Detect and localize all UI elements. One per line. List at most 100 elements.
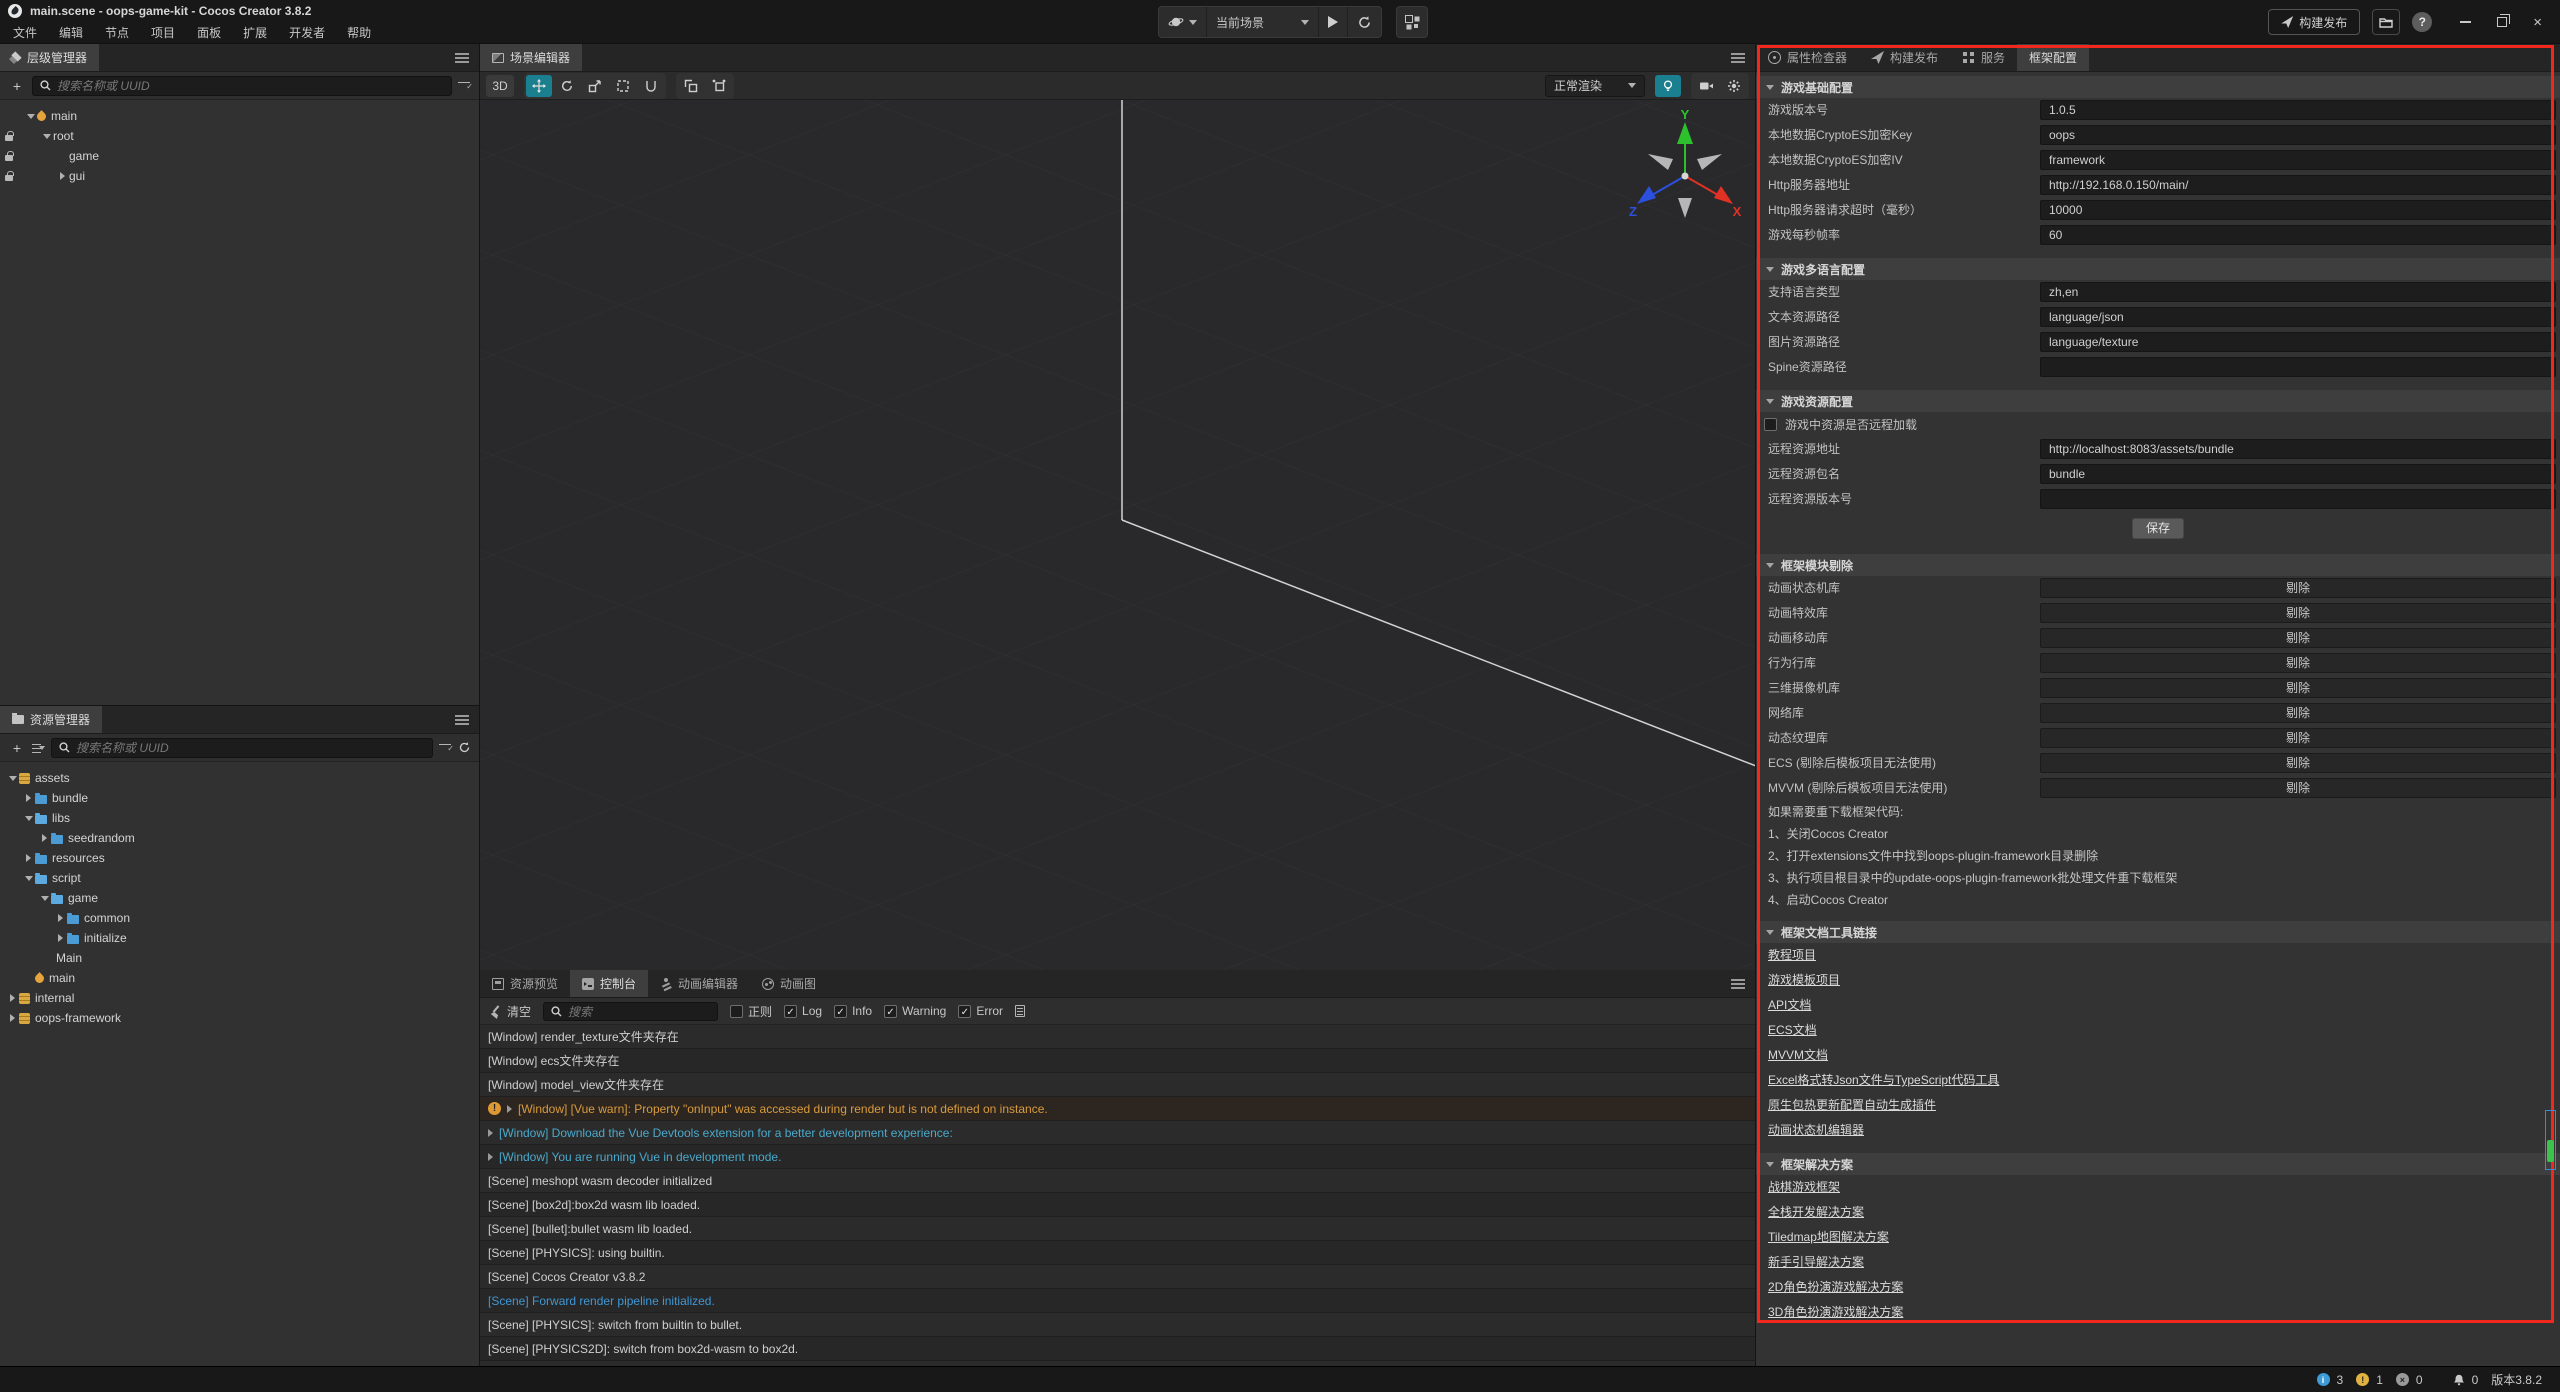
- build-publish-button[interactable]: 构建发布: [2268, 9, 2360, 35]
- text-input[interactable]: framework: [2040, 150, 2556, 170]
- regex-checkbox[interactable]: 正则: [730, 1003, 772, 1020]
- hierarchy-node-row[interactable]: game: [0, 146, 479, 166]
- add-asset-button[interactable]: +: [8, 740, 26, 756]
- hierarchy-node-row[interactable]: root: [0, 126, 479, 146]
- 3d-toggle-button[interactable]: 3D: [486, 75, 514, 97]
- log-entry[interactable]: [Window] [Vue warn]: Property "onInput" …: [480, 1097, 1755, 1121]
- text-input[interactable]: oops: [2040, 125, 2556, 145]
- asset-node-row[interactable]: initialize: [0, 928, 479, 948]
- asset-node-row[interactable]: bundle: [0, 788, 479, 808]
- menu-item[interactable]: 编辑: [48, 22, 94, 44]
- log-entry[interactable]: [Window] ecs文件夹存在: [480, 1049, 1755, 1073]
- console-tab[interactable]: 动画图: [750, 970, 828, 997]
- inspector-scrollbar[interactable]: [2545, 1110, 2556, 1170]
- doc-link[interactable]: 游戏模板项目: [1768, 968, 1840, 993]
- log-filter-checkbox[interactable]: Log: [784, 1004, 822, 1018]
- minimize-button[interactable]: [2460, 21, 2471, 23]
- log-entry[interactable]: [Window] Download the Vue Devtools exten…: [480, 1121, 1755, 1145]
- bell-icon[interactable]: [2453, 1373, 2465, 1386]
- remove-module-button[interactable]: 剔除: [2040, 603, 2556, 623]
- chevron-icon[interactable]: [56, 172, 69, 180]
- expand-chevron-icon[interactable]: [488, 1129, 493, 1137]
- scrollbar-thumb[interactable]: [2547, 1140, 2554, 1162]
- scene-viewport[interactable]: Y X Z: [480, 100, 1755, 998]
- section-header[interactable]: 游戏资源配置: [1756, 390, 2560, 412]
- remove-module-button[interactable]: 剔除: [2040, 778, 2556, 798]
- solution-link[interactable]: 2D角色扮演游戏解决方案: [1768, 1275, 1903, 1300]
- doc-link[interactable]: MVVM文档: [1768, 1043, 1828, 1068]
- menu-item[interactable]: 扩展: [232, 22, 278, 44]
- menu-item[interactable]: 面板: [186, 22, 232, 44]
- panel-menu-icon[interactable]: [1731, 983, 1745, 985]
- asset-node-row[interactable]: script: [0, 868, 479, 888]
- remove-module-button[interactable]: 剔除: [2040, 728, 2556, 748]
- info-count-icon[interactable]: i: [2317, 1373, 2330, 1386]
- error-count-icon[interactable]: ×: [2396, 1373, 2409, 1386]
- menu-item[interactable]: 帮助: [336, 22, 382, 44]
- text-input[interactable]: 1.0.5: [2040, 100, 2556, 120]
- help-button[interactable]: ?: [2412, 12, 2432, 32]
- doc-link[interactable]: 动画状态机编辑器: [1768, 1118, 1864, 1143]
- text-input[interactable]: 60: [2040, 225, 2556, 245]
- remove-module-button[interactable]: 剔除: [2040, 753, 2556, 773]
- asset-node-row[interactable]: game: [0, 888, 479, 908]
- expand-chevron-icon[interactable]: [488, 1153, 493, 1161]
- chevron-icon[interactable]: [54, 914, 67, 922]
- chevron-icon[interactable]: [40, 134, 53, 139]
- asset-node-row[interactable]: seedrandom: [0, 828, 479, 848]
- section-header[interactable]: 框架模块剔除: [1756, 554, 2560, 576]
- expand-chevron-icon[interactable]: [507, 1105, 512, 1113]
- console-tab[interactable]: 动画编辑器: [648, 970, 750, 997]
- log-filter-checkbox[interactable]: Error: [958, 1004, 1003, 1018]
- remove-module-button[interactable]: 剔除: [2040, 628, 2556, 648]
- doc-link[interactable]: 原生包热更新配置自动生成插件: [1768, 1093, 1936, 1118]
- text-input[interactable]: zh,en: [2040, 282, 2556, 302]
- open-project-folder-button[interactable]: [2372, 9, 2400, 35]
- axis-gizmo[interactable]: Y X Z: [1620, 108, 1750, 228]
- console-search-input[interactable]: 搜索: [543, 1002, 718, 1021]
- asset-node-row[interactable]: resources: [0, 848, 479, 868]
- hierarchy-node-row[interactable]: gui: [0, 166, 479, 186]
- sort-icon[interactable]: [32, 743, 45, 753]
- menu-item[interactable]: 项目: [140, 22, 186, 44]
- render-mode-select[interactable]: 正常渲染: [1545, 75, 1645, 97]
- text-input[interactable]: language/texture: [2040, 332, 2556, 352]
- chevron-icon[interactable]: [38, 834, 51, 842]
- chevron-icon[interactable]: [54, 934, 67, 942]
- panel-menu-icon[interactable]: [455, 719, 469, 721]
- log-entry[interactable]: [Window] render_texture文件夹存在: [480, 1025, 1755, 1049]
- play-button[interactable]: [1319, 7, 1348, 37]
- menu-item[interactable]: 文件: [2, 22, 48, 44]
- doc-link[interactable]: ECS文档: [1768, 1018, 1817, 1043]
- log-entry[interactable]: [Scene] [box2d]:box2d wasm lib loaded.: [480, 1193, 1755, 1217]
- maximize-button[interactable]: [2497, 17, 2507, 27]
- remote-load-checkbox-row[interactable]: 游戏中资源是否远程加载: [1756, 412, 2560, 437]
- solution-link[interactable]: 3D角色扮演游戏解决方案: [1768, 1300, 1903, 1325]
- chevron-icon[interactable]: [22, 794, 35, 802]
- text-input[interactable]: http://192.168.0.150/main/: [2040, 175, 2556, 195]
- scale-tool-button[interactable]: [582, 75, 608, 97]
- chevron-icon[interactable]: [22, 876, 35, 881]
- save-button[interactable]: 保存: [2132, 518, 2184, 539]
- remove-module-button[interactable]: 剔除: [2040, 653, 2556, 673]
- tab-scene-editor[interactable]: 场景编辑器: [480, 44, 582, 71]
- remove-module-button[interactable]: 剔除: [2040, 678, 2556, 698]
- hierarchy-node-row[interactable]: main: [0, 106, 479, 126]
- chevron-icon[interactable]: [6, 776, 19, 781]
- solution-link[interactable]: Tiledmap地图解决方案: [1768, 1225, 1889, 1250]
- solution-link[interactable]: 战棋游戏框架: [1768, 1175, 1840, 1200]
- filter-icon[interactable]: [439, 743, 452, 753]
- warning-count-icon[interactable]: !: [2356, 1373, 2369, 1386]
- hierarchy-search-input[interactable]: 搜索名称或 UUID: [32, 76, 452, 96]
- asset-node-row[interactable]: libs: [0, 808, 479, 828]
- assets-search-input[interactable]: 搜索名称或 UUID: [51, 738, 433, 758]
- clear-console-button[interactable]: 清空: [490, 1003, 531, 1020]
- panel-menu-icon[interactable]: [455, 57, 469, 59]
- asset-node-row[interactable]: Main: [0, 948, 479, 968]
- menu-item[interactable]: 开发者: [278, 22, 336, 44]
- section-header[interactable]: 游戏基础配置: [1756, 76, 2560, 98]
- text-input[interactable]: [2040, 357, 2556, 377]
- solution-link[interactable]: 新手引导解决方案: [1768, 1250, 1864, 1275]
- asset-node-row[interactable]: main: [0, 968, 479, 988]
- chevron-icon[interactable]: [38, 896, 51, 901]
